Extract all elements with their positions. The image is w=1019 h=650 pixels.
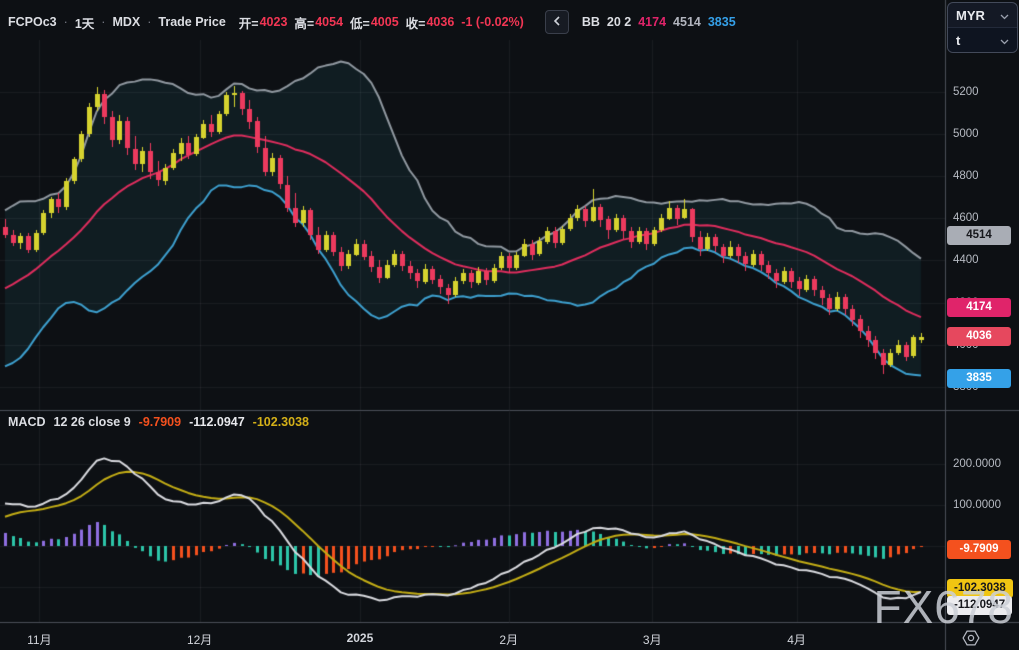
time-axis-tick: 4月 [787,631,806,648]
time-axis-tick: 2025 [347,631,374,645]
exchange-label: MDX [112,15,140,29]
symbol-name: FCPOc3 [8,15,57,29]
bb-basis-value: 4174 [638,15,666,29]
high-value: 4054 [315,15,343,29]
macd-axis-label: -9.7909 [947,540,1011,559]
price-axis-tick: 4400 [953,253,979,267]
close-value: 4036 [426,15,454,29]
low-label: 低= [350,13,370,32]
price-axis-label: 3835 [947,369,1011,388]
chevron-left-icon [552,15,562,30]
unit-selector[interactable]: t [948,27,1017,52]
series-type-label: Trade Price [158,15,225,29]
macd-axis-tick: 100.0000 [953,498,1001,512]
chart-overlays: FCPOc3 · 1天 · MDX · Trade Price 开= 4023 … [0,0,1019,650]
macd-legend[interactable]: MACD 12 26 close 9 -9.7909 -112.0947 -10… [8,415,309,429]
legend-collapse-button[interactable] [545,10,569,34]
bb-upper-value: 4514 [673,15,701,29]
price-axis-label: 4514 [947,226,1011,245]
interval-label: 1天 [75,13,94,32]
price-axis-tick: 5000 [953,127,979,141]
macd-axis-tick: 200.0000 [953,457,1001,471]
chevron-down-icon [1000,8,1009,23]
legend-separator: · [101,15,105,29]
time-axis-tick: 3月 [643,631,662,648]
trading-chart-app: FCPOc3 · 1天 · MDX · Trade Price 开= 4023 … [0,0,1019,650]
close-label: 收= [406,13,426,32]
high-label: 高= [294,13,314,32]
open-label: 开= [239,13,259,32]
time-axis-tick: 12月 [187,631,212,648]
currency-value: MYR [956,8,985,23]
price-axis-tick: 4600 [953,211,979,225]
macd-axis-label: -112.0947 [947,596,1012,615]
legend-separator: · [64,15,68,29]
macd-indicator-name: MACD [8,415,46,429]
time-axis-tick: 11月 [27,631,51,648]
bb-indicator-name: BB [582,15,600,29]
chevron-down-icon [1000,33,1009,48]
open-value: 4023 [260,15,288,29]
low-value: 4005 [371,15,399,29]
macd-signal-value: -102.3038 [253,415,309,429]
symbol-legend[interactable]: FCPOc3 · 1天 · MDX · Trade Price 开= 4023 … [8,10,736,34]
change-value: -1 (-0.02%) [461,15,524,29]
macd-line-value: -112.0947 [189,415,245,429]
bb-lower-value: 3835 [708,15,736,29]
price-axis-label: 4036 [947,327,1011,346]
time-axis-tick: 2月 [499,631,518,648]
bb-indicator-params: 20 2 [607,15,631,29]
macd-indicator-params: 12 26 close 9 [54,415,131,429]
unit-value: t [956,33,960,48]
price-axis-tick: 4800 [953,169,979,183]
gear-icon[interactable] [962,629,980,647]
currency-selector[interactable]: MYR [948,3,1017,27]
macd-hist-value: -9.7909 [139,415,181,429]
legend-separator: · [147,15,151,29]
axis-unit-selector: MYR t [947,2,1018,53]
price-axis-label: 4174 [947,298,1011,317]
price-axis-tick: 5200 [953,85,979,99]
